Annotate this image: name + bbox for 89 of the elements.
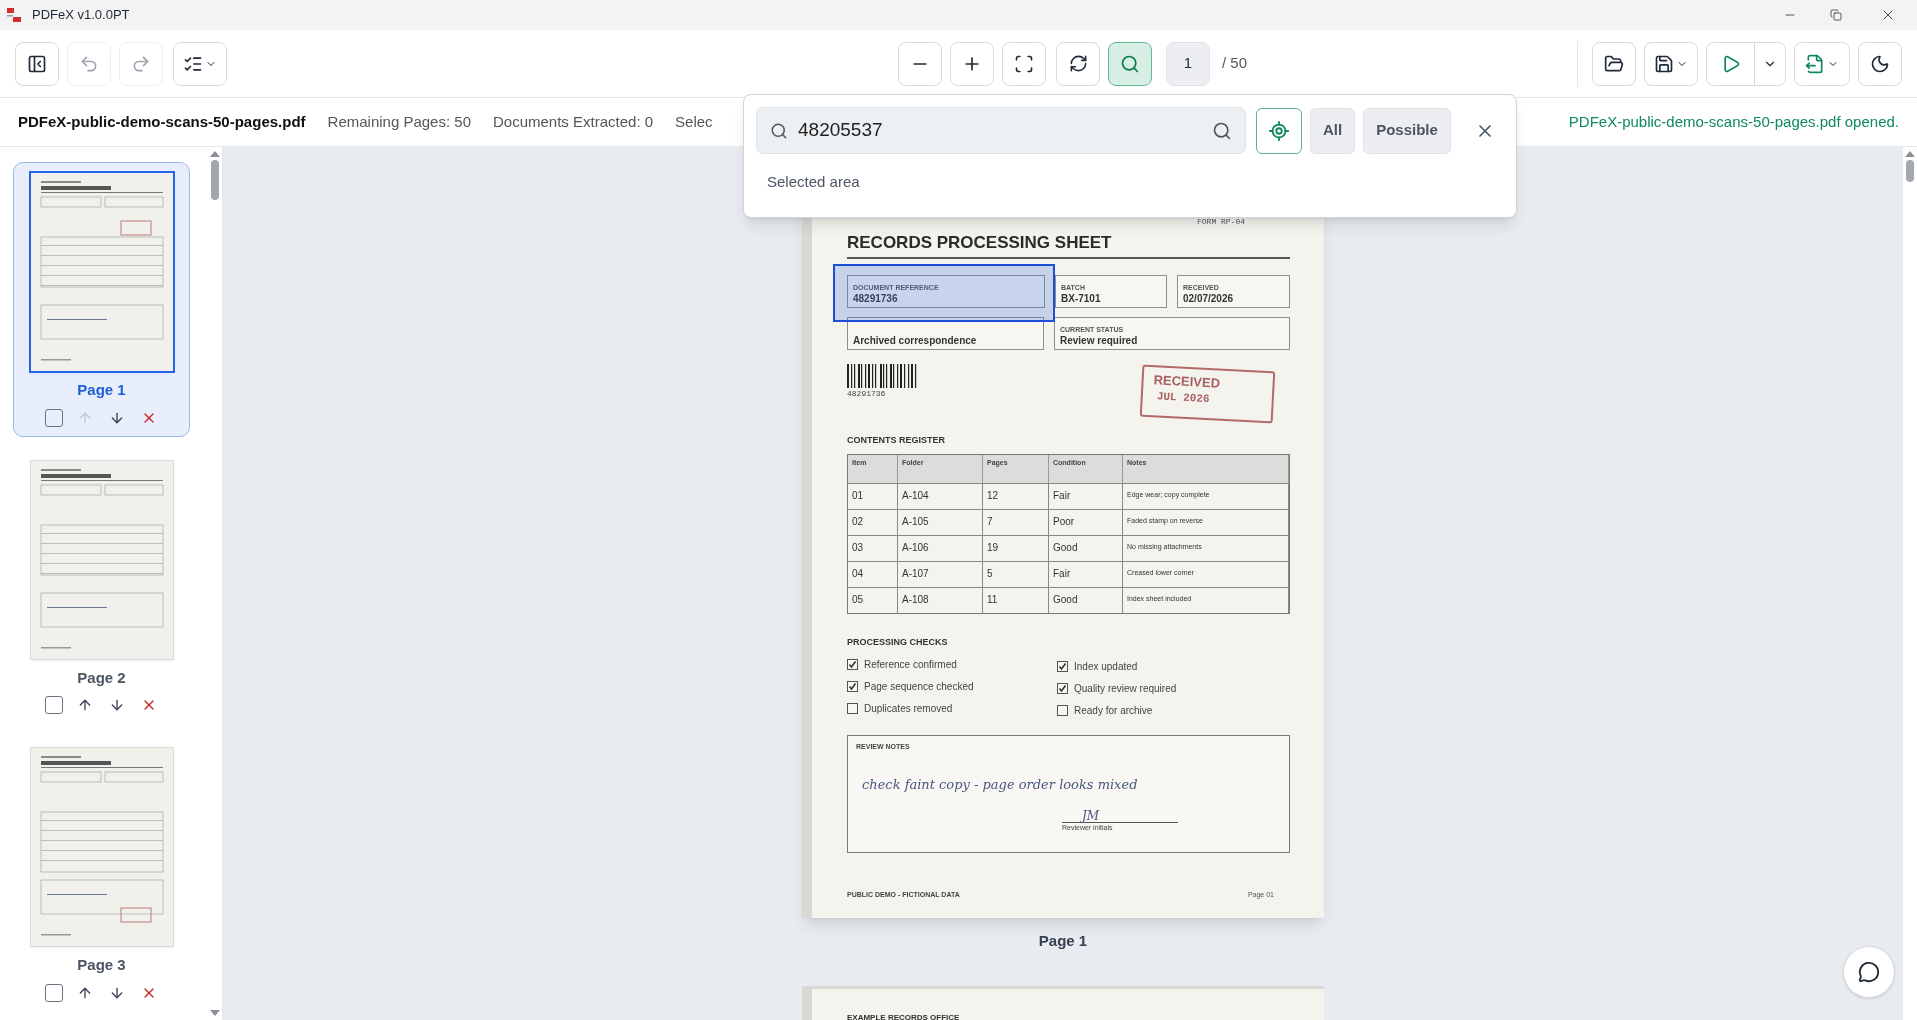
file-name: PDFeX-public-demo-scans-50-pages.pdf (18, 111, 306, 132)
filter-button[interactable]: All (1310, 107, 1356, 154)
page-total: / 50 (1222, 53, 1248, 74)
crosshair-icon[interactable] (1268, 119, 1290, 142)
info-stat: Selec (675, 111, 713, 132)
rotate-button[interactable] (1056, 41, 1100, 86)
stamp-date: JUL 2026 (1156, 389, 1211, 408)
page-checkbox[interactable] (44, 408, 63, 427)
barcode-number: 48291736 (847, 388, 887, 400)
table-cell: A-108 (898, 587, 983, 613)
filter-button[interactable]: Possible (1363, 107, 1451, 154)
check-label: Quality review required (1074, 681, 1177, 696)
table-cell: Good (1049, 587, 1123, 613)
folder-icon[interactable] (1604, 53, 1624, 74)
theme-toggle-button[interactable] (1858, 41, 1902, 86)
save-dropdown[interactable] (1644, 41, 1698, 86)
table-cell: A-107 (898, 561, 983, 587)
table-cell: Fair (1049, 561, 1123, 587)
search-button[interactable] (1108, 41, 1152, 86)
page-checkbox[interactable] (44, 983, 63, 1002)
table-cell: A-104 (898, 483, 983, 509)
table-cell: 02 (848, 509, 898, 535)
check-label: Ready for archive (1074, 703, 1153, 718)
search-icon (770, 121, 788, 140)
table-cell: 05 (848, 587, 898, 613)
field-value: BX-7101 (1061, 294, 1102, 304)
table-cell: Fair (1049, 483, 1123, 509)
table-cell: Good (1049, 535, 1123, 561)
field-value: 02/07/2026 (1183, 294, 1235, 304)
search-icon (1212, 120, 1232, 141)
check-label: Reference confirmed (864, 657, 957, 672)
page-thumbnail[interactable] (30, 460, 173, 659)
moon-icon[interactable] (1870, 53, 1890, 74)
barcode-icon (847, 364, 919, 388)
area-select-button[interactable] (1256, 107, 1302, 154)
table-cell: 04 (848, 561, 898, 587)
chat-icon[interactable] (1858, 961, 1880, 983)
page-label: Page 3 (77, 955, 126, 975)
table-cell: A-105 (898, 509, 983, 535)
page-caption: Page 1 (1038, 931, 1088, 951)
page-label: Page 2 (77, 667, 126, 688)
table-cell: 5 (983, 561, 1049, 587)
info-stat: Remaining Pages: 50 (327, 111, 471, 132)
info-stat: Documents Extracted: 0 (493, 111, 654, 132)
document-title: RECORDS PROCESSING SHEET (847, 234, 1112, 251)
check-label: Index updated (1074, 659, 1138, 674)
app-logo-icon (6, 7, 22, 23)
search-icon[interactable] (1120, 53, 1140, 74)
initials: JM (1082, 810, 1101, 822)
sidebar-toggle-button[interactable] (15, 41, 59, 86)
search-hint: Selected area (767, 172, 861, 192)
table-cell: A-106 (898, 535, 983, 561)
zoom-in-button[interactable] (950, 41, 994, 86)
section-heading: CONTENTS REGISTER (847, 434, 946, 447)
handwritten-note: check faint copy - page order looks mixed (862, 775, 1139, 794)
sidebar-icon[interactable] (27, 53, 47, 74)
page-thumbnail[interactable] (30, 748, 173, 946)
fullscreen-icon[interactable] (1014, 53, 1034, 74)
table-cell: 03 (848, 535, 898, 561)
table-cell: 19 (983, 535, 1049, 561)
page-checkbox[interactable] (44, 696, 63, 714)
rotate-icon[interactable] (1068, 54, 1088, 73)
form-code: FORM RP-04 (1197, 216, 1245, 228)
save-icon[interactable] (1654, 53, 1674, 74)
table-cell: 12 (983, 483, 1049, 509)
search-field[interactable]: 48205537 (756, 107, 1246, 154)
field-value: Archived correspondence (853, 336, 978, 346)
export-dropdown[interactable] (1794, 41, 1850, 86)
page-number-field[interactable]: 1 (1166, 41, 1210, 86)
window-title: PDFeX v1.0.0PT (32, 6, 130, 25)
status-message: PDFeX-public-demo-scans-50-pages.pdf opened. (1568, 111, 1899, 132)
field-value: 48291736 (853, 294, 899, 304)
selection-highlight[interactable] (833, 264, 1055, 322)
table-cell: 01 (848, 483, 898, 509)
table-cell: Poor (1049, 509, 1123, 535)
page-thumbnail[interactable] (30, 173, 173, 371)
export-icon[interactable] (1805, 53, 1825, 74)
table-cell: 7 (983, 509, 1049, 535)
checklist-dropdown[interactable] (173, 41, 227, 86)
check-label: Duplicates removed (864, 701, 953, 716)
restore-icon[interactable] (1830, 9, 1842, 21)
page-label: Page 1 (77, 380, 126, 400)
section-heading: PROCESSING CHECKS (847, 635, 949, 649)
open-file-button[interactable] (1592, 41, 1636, 86)
page-heading: EXAMPLE RECORDS OFFICE (847, 1012, 960, 1020)
table-cell: 11 (983, 587, 1049, 613)
check-label: Page sequence checked (864, 679, 974, 694)
field-value: Review required (1060, 336, 1139, 346)
stamp-text: RECEIVED (1153, 372, 1222, 392)
